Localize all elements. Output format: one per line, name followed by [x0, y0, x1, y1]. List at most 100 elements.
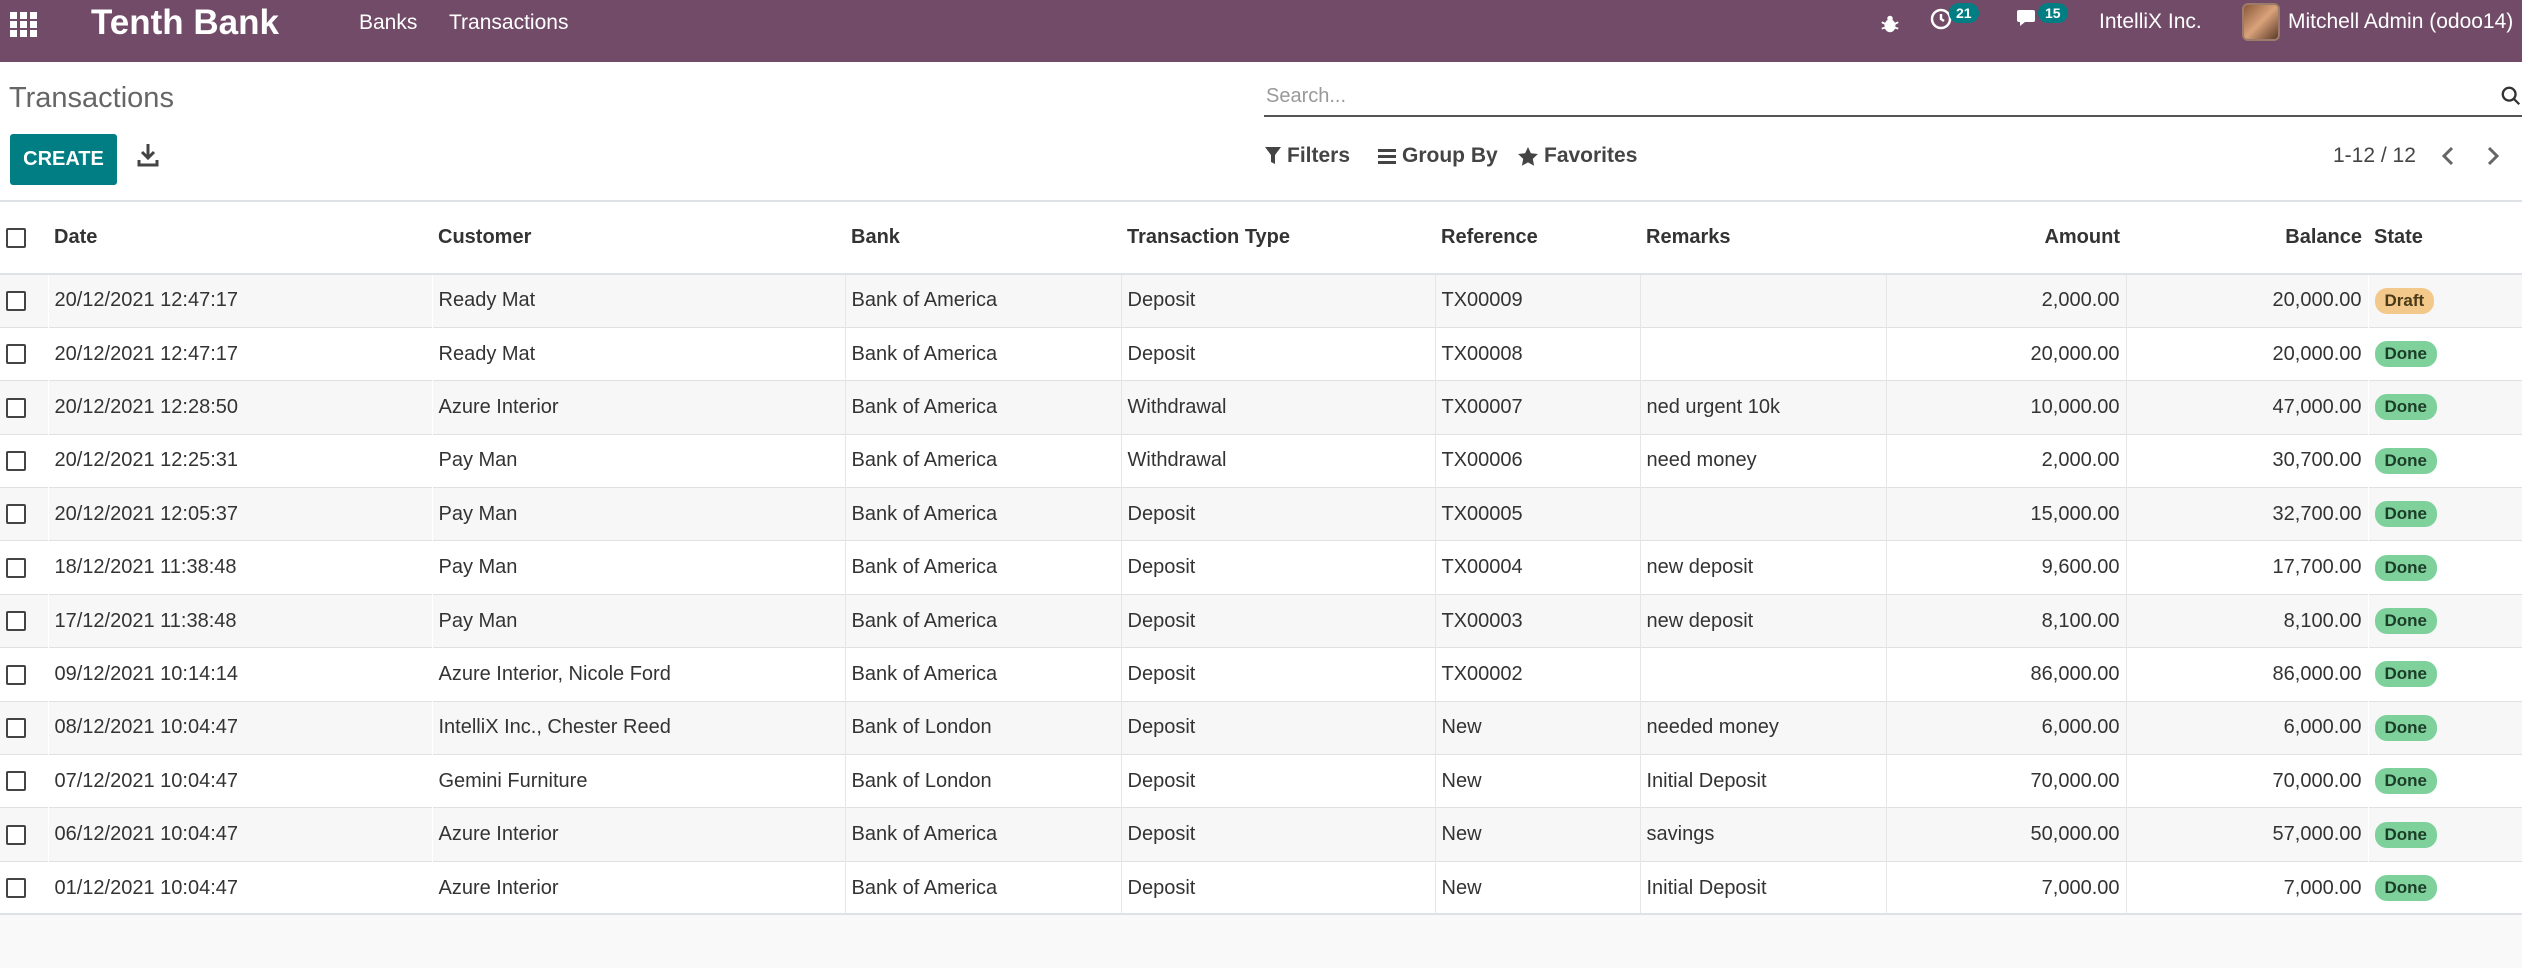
cell-customer: Ready Mat — [432, 326, 846, 381]
create-button[interactable]: CREATE — [10, 134, 117, 185]
favorites-label: Favorites — [1544, 144, 1638, 167]
cell-transaction-type: Withdrawal — [1121, 380, 1436, 435]
status-badge: Done — [2374, 661, 2437, 688]
search-bar — [1264, 79, 2522, 117]
messages-button[interactable]: 15 — [2016, 3, 2068, 30]
row-select-cell — [0, 326, 48, 381]
row-checkbox[interactable] — [6, 344, 26, 365]
row-checkbox[interactable] — [6, 824, 26, 845]
cell-date: 20/12/2021 12:47:17 — [48, 273, 432, 328]
column-header-remarks[interactable]: Remarks — [1640, 202, 1886, 275]
status-badge: Done — [2374, 501, 2437, 528]
select-all-checkbox[interactable] — [6, 227, 26, 248]
chevron-right-icon[interactable] — [2481, 142, 2505, 170]
status-badge: Done — [2374, 341, 2437, 368]
cell-reference: TX00003 — [1435, 593, 1641, 648]
cell-customer: Pay Man — [432, 433, 846, 488]
company-switcher[interactable]: IntelliX Inc. — [2099, 10, 2202, 34]
row-checkbox[interactable] — [6, 451, 26, 472]
table-row[interactable]: 18/12/2021 11:38:48 Pay Man Bank of Americ… — [0, 540, 2522, 595]
cell-date: 08/12/2021 10:04:47 — [48, 700, 432, 755]
column-header-transaction-type[interactable]: Transaction Type — [1121, 202, 1435, 275]
search-input[interactable] — [1264, 79, 2464, 113]
user-menu[interactable]: Mitchell Admin (odoo14) — [2242, 3, 2513, 41]
cell-remarks — [1640, 273, 1887, 328]
cell-amount: 10,000.00 — [1886, 380, 2127, 435]
favorites-button[interactable]: Favorites — [1518, 144, 1637, 168]
row-checkbox[interactable] — [6, 291, 26, 312]
cell-balance: 7,000.00 — [2126, 860, 2368, 915]
transactions-table: Date Customer Bank Transaction Type Refe… — [0, 202, 2522, 915]
table-row[interactable]: 20/12/2021 12:28:50 Azure Interior Bank of… — [0, 380, 2522, 435]
column-header-bank[interactable]: Bank — [845, 202, 1121, 275]
cell-bank: Bank of America — [845, 326, 1122, 381]
row-select-cell — [0, 593, 48, 648]
status-badge: Done — [2374, 714, 2437, 741]
column-header-balance[interactable]: Balance — [2126, 202, 2368, 275]
column-header-amount[interactable]: Amount — [1886, 202, 2126, 275]
pager-value[interactable]: 1-12 / 12 — [2333, 144, 2416, 168]
cell-customer: Ready Mat — [432, 273, 846, 328]
table-row[interactable]: 06/12/2021 10:04:47 Azure Interior Bank of… — [0, 807, 2522, 862]
cell-remarks: new deposit — [1640, 593, 1887, 648]
table-row[interactable]: 20/12/2021 12:25:31 Pay Man Bank of Americ… — [0, 433, 2522, 488]
table-row[interactable]: 20/12/2021 12:47:17 Ready Mat Bank of Amer… — [0, 273, 2522, 328]
cell-remarks: Initial Deposit — [1640, 860, 1887, 915]
cell-balance: 86,000.00 — [2126, 647, 2368, 702]
cell-state: Done — [2368, 380, 2522, 435]
cell-amount: 50,000.00 — [1886, 807, 2127, 862]
column-header-state[interactable]: State — [2368, 202, 2522, 275]
cell-customer: Pay Man — [432, 487, 846, 541]
cell-reference: TX00009 — [1435, 273, 1641, 328]
cell-remarks — [1640, 326, 1887, 381]
row-checkbox[interactable] — [6, 611, 26, 632]
cell-date: 06/12/2021 10:04:47 — [48, 807, 432, 862]
cell-date: 17/12/2021 11:38:48 — [48, 593, 432, 648]
table-row[interactable]: 01/12/2021 10:04:47 Azure Interior Bank of… — [0, 860, 2522, 915]
row-checkbox[interactable] — [6, 397, 26, 418]
cell-transaction-type: Deposit — [1121, 540, 1436, 595]
download-icon[interactable] — [137, 142, 159, 168]
control-panel: Transactions CREATE Filters Group By Fav… — [0, 62, 2522, 202]
menu-transactions[interactable]: Transactions — [449, 10, 568, 36]
cell-customer: Gemini Furniture — [432, 754, 846, 808]
cell-remarks: new deposit — [1640, 540, 1887, 595]
column-header-date[interactable]: Date — [48, 202, 432, 275]
table-row[interactable]: 20/12/2021 12:47:17 Ready Mat Bank of Amer… — [0, 326, 2522, 381]
row-checkbox[interactable] — [6, 718, 26, 739]
table-row[interactable]: 17/12/2021 11:38:48 Pay Man Bank of Americ… — [0, 593, 2522, 648]
cell-reference: TX00008 — [1435, 326, 1641, 381]
debug-icon[interactable] — [1879, 13, 1901, 35]
menu-banks[interactable]: Banks — [359, 10, 417, 36]
cell-balance: 70,000.00 — [2126, 754, 2368, 808]
app-brand[interactable]: Tenth Bank — [91, 3, 279, 43]
row-checkbox[interactable] — [6, 557, 26, 578]
cell-remarks: needed money — [1640, 700, 1887, 755]
user-name: Mitchell Admin (odoo14) — [2288, 10, 2514, 33]
cell-customer: IntelliX Inc., Chester Reed — [432, 700, 846, 755]
cell-state: Done — [2368, 700, 2522, 755]
activity-button[interactable]: 21 — [1929, 3, 1979, 30]
filters-button[interactable]: Filters — [1265, 144, 1350, 168]
apps-grid-icon[interactable] — [8, 10, 40, 38]
row-checkbox[interactable] — [6, 878, 26, 899]
cell-bank: Bank of London — [845, 754, 1122, 808]
cell-balance: 8,100.00 — [2126, 593, 2368, 648]
row-checkbox[interactable] — [6, 504, 26, 525]
column-header-reference[interactable]: Reference — [1435, 202, 1640, 275]
groupby-button[interactable]: Group By — [1378, 144, 1498, 168]
row-checkbox[interactable] — [6, 771, 26, 792]
cell-customer: Azure Interior — [432, 807, 846, 862]
table-row[interactable]: 07/12/2021 10:04:47 Gemini Furniture Bank … — [0, 754, 2522, 808]
table-row[interactable]: 20/12/2021 12:05:37 Pay Man Bank of Americ… — [0, 487, 2522, 541]
cell-bank: Bank of America — [845, 380, 1122, 435]
search-icon[interactable] — [2500, 85, 2522, 107]
cell-date: 01/12/2021 10:04:47 — [48, 860, 432, 915]
table-row[interactable]: 09/12/2021 10:14:14 Azure Interior, Nicol… — [0, 647, 2522, 702]
table-row[interactable]: 08/12/2021 10:04:47 IntelliX Inc., Cheste… — [0, 700, 2522, 755]
cell-bank: Bank of America — [845, 860, 1122, 915]
row-checkbox[interactable] — [6, 664, 26, 685]
column-header-customer[interactable]: Customer — [432, 202, 845, 275]
cell-state: Done — [2368, 326, 2522, 381]
chevron-left-icon[interactable] — [2436, 142, 2460, 170]
